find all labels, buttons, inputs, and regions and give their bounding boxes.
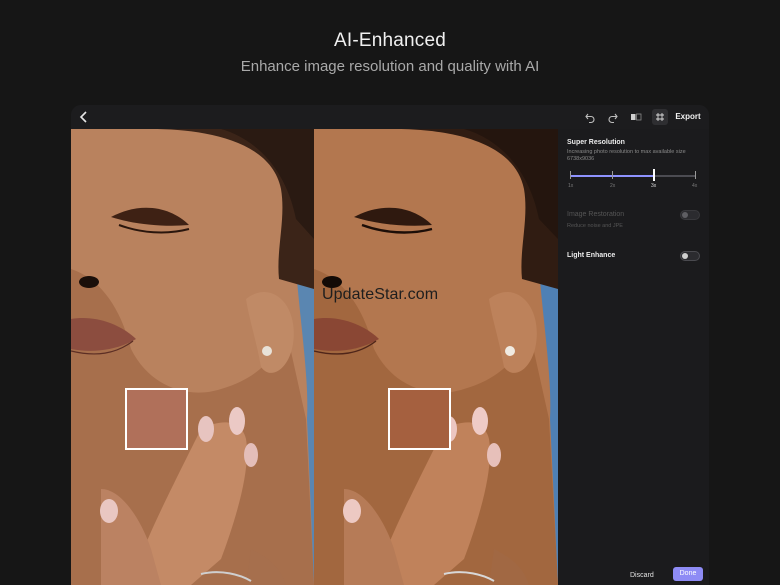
image-canvas[interactable]: UpdateStar.com [71, 129, 558, 585]
chevron-left-icon[interactable] [78, 109, 90, 125]
export-button[interactable]: Export [674, 109, 702, 125]
image-restoration-description: Reduce noise and JPE [567, 223, 623, 229]
scale-label-2x: 2x [610, 183, 616, 189]
enhanced-image [314, 129, 558, 585]
settings-panel: Super Resolution Increasing photo resolu… [558, 129, 709, 585]
toggle-knob [682, 253, 688, 259]
undo-icon[interactable] [584, 109, 596, 125]
super-resolution-description: Increasing photo resolution to max avail… [567, 149, 686, 162]
grid-icon[interactable] [652, 109, 668, 125]
redo-icon[interactable] [607, 109, 619, 125]
slider-tick [612, 171, 613, 179]
slider-track[interactable] [570, 175, 696, 177]
image-restoration-title: Image Restoration [567, 211, 625, 218]
toggle-knob [682, 212, 688, 218]
image-restoration-toggle[interactable] [680, 210, 700, 220]
original-image [71, 129, 314, 585]
zoom-loupe-enhanced [388, 388, 451, 450]
light-enhance-title: Light Enhance [567, 252, 616, 259]
light-enhance-toggle[interactable] [680, 251, 700, 261]
super-resolution-title: Super Resolution [567, 139, 625, 146]
watermark: UpdateStar.com [322, 286, 439, 303]
done-button[interactable]: Done [673, 567, 703, 581]
slider-tick [570, 171, 571, 179]
zoom-loupe-original [125, 388, 188, 450]
compare-icon[interactable] [629, 109, 643, 125]
scale-label-3x: 3x [651, 183, 657, 189]
slider-thumb[interactable] [653, 169, 655, 181]
slider-tick [695, 171, 696, 179]
toolbar: Export [71, 105, 709, 129]
page-title: AI-Enhanced [333, 30, 447, 51]
scale-label-4x: 4x [692, 183, 698, 189]
scale-label-1x: 1x [568, 183, 574, 189]
discard-button[interactable]: Discard [630, 569, 654, 583]
editor-window: Export UpdateStar.com Super Resolution I… [71, 105, 709, 585]
page-subtitle: Enhance image resolution and quality wit… [240, 58, 540, 75]
